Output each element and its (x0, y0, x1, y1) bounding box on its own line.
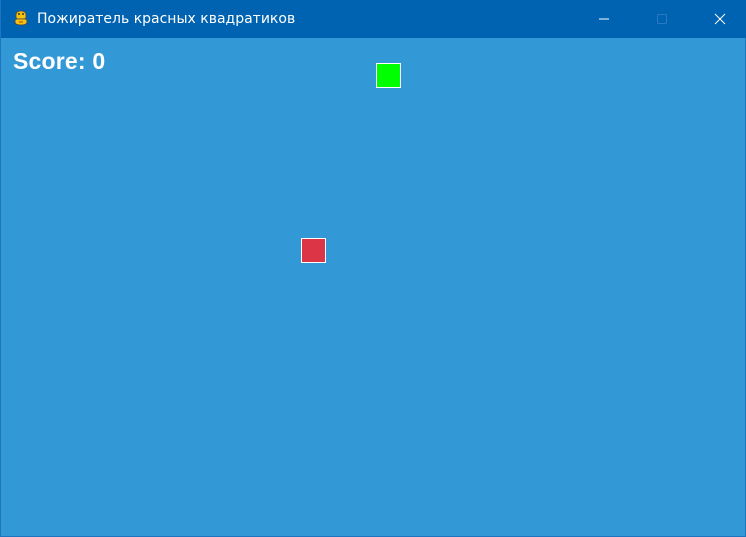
maximize-button[interactable] (633, 0, 691, 38)
close-button[interactable] (691, 0, 746, 38)
window-title: Пожиратель красных квадратиков (37, 11, 296, 27)
title-bar[interactable]: Пожиратель красных квадратиков (1, 0, 746, 38)
game-window: Пожиратель красных квадратиков Score: 0 (0, 0, 746, 537)
game-canvas[interactable]: Score: 0 (1, 38, 745, 536)
maximize-icon (657, 14, 667, 24)
python-snake-icon (12, 9, 30, 27)
player-square (376, 63, 401, 88)
minimize-button[interactable] (575, 0, 633, 38)
minimize-icon (599, 18, 609, 20)
score-label: Score: 0 (13, 48, 106, 74)
red-square-target (301, 238, 326, 263)
close-icon (714, 13, 726, 25)
